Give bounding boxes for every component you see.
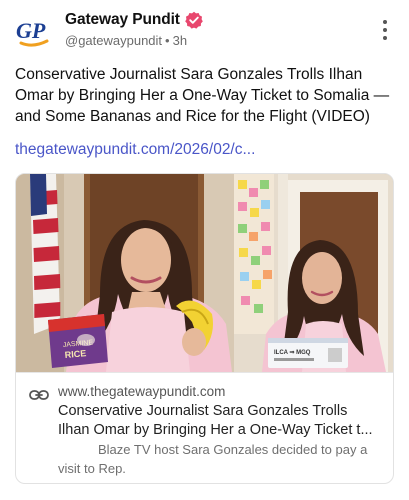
gp-logo-icon: GP <box>16 18 49 47</box>
article-photo[interactable]: JASMINE RICE ILCA ⇒ MGQ <box>16 174 393 372</box>
card-description: Blaze TV host Sara Gonzales decided to p… <box>58 441 378 478</box>
verified-badge-icon <box>185 11 203 29</box>
card-title-line-1: Conservative Journalist Sara Gonzales Tr… <box>58 403 348 419</box>
avatar-text: GP <box>16 18 46 43</box>
link-preview-card[interactable]: JASMINE RICE ILCA ⇒ MGQ www.thegatewaypu… <box>15 173 394 484</box>
link-preview-meta[interactable]: www.thegatewaypundit.com Conservative Jo… <box>16 372 393 483</box>
more-vertical-icon[interactable] <box>381 20 389 40</box>
card-description-line-1: Blaze TV host Sara Gonzales decided to p… <box>98 442 368 457</box>
post-text: Conservative Journalist Sara Gonzales Tr… <box>15 66 390 125</box>
card-title-line-2: Ilhan Omar by Bringing Her a One-Way Tic… <box>58 422 373 438</box>
sticky-notes <box>234 174 274 334</box>
post-link[interactable]: thegatewaypundit.com/2026/02/c... <box>15 141 255 159</box>
american-flag <box>30 174 61 334</box>
separator-dot: • <box>165 33 170 48</box>
ticket-text: ILCA ⇒ MGQ <box>274 350 311 356</box>
author-handle[interactable]: @gatewaypundit <box>65 33 162 48</box>
post-timestamp[interactable]: 3h <box>173 33 187 48</box>
social-post: GP Gateway Pundit @gatewaypundit • 3h Co… <box>0 0 409 500</box>
card-domain: www.thegatewaypundit.com <box>58 384 226 399</box>
rice-bag: JASMINE RICE <box>48 314 108 368</box>
author-display-name[interactable]: Gateway Pundit <box>65 11 180 29</box>
link-chain-icon <box>29 388 49 400</box>
ticket: ILCA ⇒ MGQ <box>268 338 348 368</box>
card-description-line-2: visit to Rep. <box>58 460 126 476</box>
author-info: Gateway Pundit @gatewaypundit • 3h <box>65 10 203 48</box>
author-avatar[interactable]: GP <box>15 14 51 50</box>
rice-bag-main-text: RICE <box>64 348 86 360</box>
card-title[interactable]: Conservative Journalist Sara Gonzales Tr… <box>58 402 383 440</box>
